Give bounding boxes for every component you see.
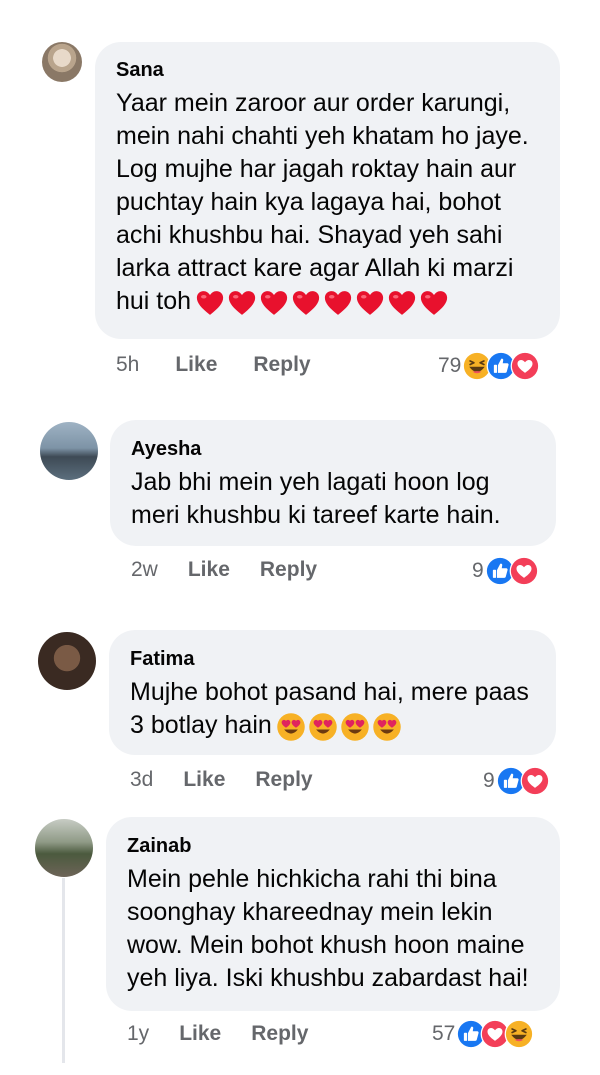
comment-timestamp[interactable]: 2w	[131, 558, 158, 582]
thread-line	[62, 878, 65, 1063]
reaction-count: 9	[472, 559, 484, 582]
comment-text-line: yeh liya. Iski khushbu zabardast hai!	[127, 964, 529, 992]
comment-author[interactable]: Zainab	[127, 835, 191, 858]
comment-text-line: Jab bhi mein yeh lagati hoon log	[131, 468, 490, 496]
comment-text-line: achi khushbu hai. Shayad yeh sahi	[116, 221, 503, 249]
emoji-row	[195, 286, 451, 319]
comment-text-line: wow. Mein bohot khush hoon maine	[127, 931, 525, 959]
reply-button[interactable]: Reply	[253, 353, 310, 377]
comment-actions: 5h Like Reply	[116, 353, 311, 377]
heart-eyes-emoji	[373, 713, 401, 742]
red-heart-emoji	[196, 291, 224, 316]
comment-actions: 3d Like Reply	[130, 768, 313, 792]
heart-eyes-emoji	[277, 713, 305, 742]
comment-actions: 1y Like Reply	[127, 1022, 308, 1046]
reply-button[interactable]: Reply	[260, 558, 317, 582]
comment-text-line: Mein pehle hichkicha rahi thi bina	[127, 865, 497, 893]
red-heart-emoji	[292, 291, 320, 316]
red-heart-emoji	[260, 291, 288, 316]
comment-text: Jab bhi mein yeh lagati hoon log meri kh…	[131, 466, 501, 532]
red-heart-emoji	[388, 291, 416, 316]
comment-text-line: 3 botlay hain	[130, 711, 272, 739]
red-heart-emoji	[228, 291, 256, 316]
like-button[interactable]: Like	[179, 1022, 221, 1046]
comment-text-line: larka attract kare agar Allah ki marzi	[116, 254, 514, 282]
avatar[interactable]	[42, 42, 82, 82]
heart-eyes-emoji	[341, 713, 369, 742]
love-icon	[509, 556, 539, 586]
comment-text-line: mein nahi chahti yeh khatam ho jaye.	[116, 122, 529, 150]
comment-text-line: Log mujhe har jagah roktay hain aur	[116, 155, 517, 183]
comment-author[interactable]: Ayesha	[131, 438, 201, 461]
comment-author[interactable]: Sana	[116, 59, 164, 82]
reaction-summary[interactable]: 57	[432, 1019, 534, 1049]
comment-text-line: Mujhe bohot pasand hai, mere paas	[130, 678, 529, 706]
reaction-count: 57	[432, 1022, 456, 1045]
like-button[interactable]: Like	[188, 558, 230, 582]
reply-button[interactable]: Reply	[255, 768, 312, 792]
red-heart-emoji	[324, 291, 352, 316]
comment-timestamp[interactable]: 3d	[130, 768, 153, 792]
love-icon	[510, 351, 540, 381]
comment-text-line: meri khushbu ki tareef karte hain.	[131, 501, 501, 529]
reaction-count: 79	[438, 354, 462, 377]
heart-eyes-emoji	[309, 713, 337, 742]
like-button[interactable]: Like	[183, 768, 225, 792]
reaction-count: 9	[483, 769, 495, 792]
avatar[interactable]	[40, 422, 98, 480]
comment-actions: 2w Like Reply	[131, 558, 317, 582]
red-heart-emoji	[356, 291, 384, 316]
comment-text-line: Yaar mein zaroor aur order karungi,	[116, 89, 511, 117]
comment-text-line: soonghay khareednay mein lekin	[127, 898, 493, 926]
comment-text: Mujhe bohot pasand hai, mere paas 3 botl…	[130, 676, 529, 743]
comment-timestamp[interactable]: 1y	[127, 1022, 149, 1046]
comment-text: Yaar mein zaroor aur order karungi, mein…	[116, 87, 529, 319]
like-button[interactable]: Like	[175, 353, 217, 377]
comment-text-line: puchtay hain kya lagaya hai, bohot	[116, 188, 501, 216]
reply-button[interactable]: Reply	[251, 1022, 308, 1046]
comment-text: Mein pehle hichkicha rahi thi bina soong…	[127, 863, 529, 995]
reaction-summary[interactable]: 79	[438, 351, 540, 381]
comment-text-line: hui toh	[116, 287, 192, 315]
love-icon	[520, 766, 550, 796]
comment-timestamp[interactable]: 5h	[116, 353, 139, 377]
avatar[interactable]	[35, 819, 93, 877]
avatar[interactable]	[38, 632, 96, 690]
comment-author[interactable]: Fatima	[130, 648, 194, 671]
reaction-summary[interactable]: 9	[472, 556, 539, 586]
haha-icon	[504, 1019, 534, 1049]
reaction-summary[interactable]: 9	[483, 766, 550, 796]
red-heart-emoji	[420, 291, 448, 316]
emoji-row	[276, 710, 404, 743]
